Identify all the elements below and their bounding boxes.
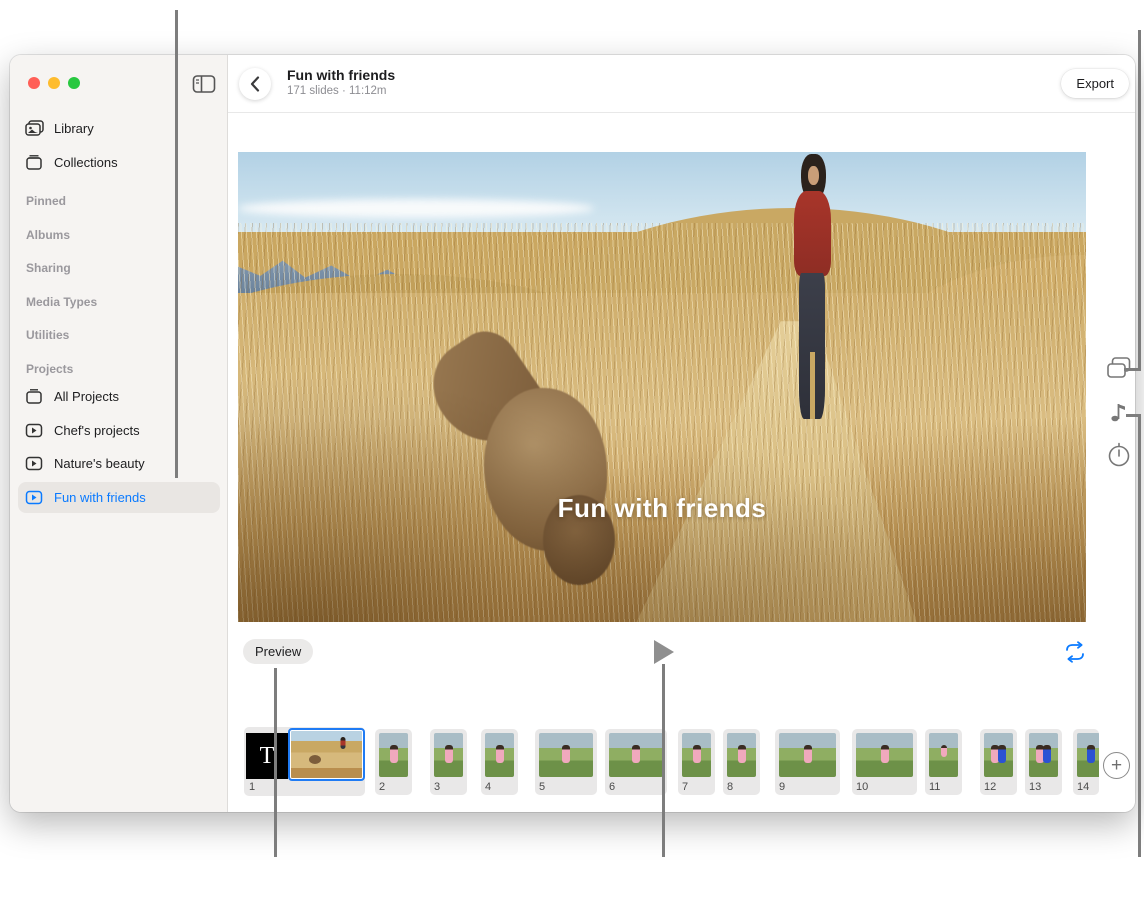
chevron-left-icon bbox=[250, 76, 260, 92]
slideshow-icon bbox=[24, 423, 44, 438]
sidebar-section-sharing: Sharing bbox=[26, 261, 71, 275]
sidebar-section-projects: Projects bbox=[26, 362, 73, 376]
slideshow-icon bbox=[24, 490, 44, 505]
sidebar-section-albums: Albums bbox=[26, 228, 70, 242]
slide-thumbnail-14[interactable]: 14 bbox=[1073, 729, 1099, 795]
sidebar-item-label: All Projects bbox=[54, 389, 119, 404]
slide-thumbnail-9[interactable]: 9 bbox=[775, 729, 840, 795]
photo-vignette bbox=[238, 152, 1086, 622]
music-button[interactable] bbox=[1105, 398, 1133, 426]
slide-title-overlay: Fun with friends bbox=[238, 493, 1086, 524]
page-subtitle: 171 slides · 11:12m bbox=[287, 85, 395, 97]
callout-line-themes-connector bbox=[1124, 368, 1141, 371]
sidebar-item-label: Collections bbox=[54, 155, 118, 170]
photos-icon bbox=[24, 120, 44, 137]
zoom-button[interactable] bbox=[68, 77, 80, 89]
play-button[interactable] bbox=[654, 640, 674, 664]
duration-button[interactable] bbox=[1105, 441, 1133, 469]
sidebar-section-pinned: Pinned bbox=[26, 194, 66, 208]
close-button[interactable] bbox=[28, 77, 40, 89]
slideshow-preview-canvas: Fun with friends bbox=[238, 152, 1086, 622]
loop-button[interactable] bbox=[1063, 641, 1087, 663]
slide-thumbnail-8[interactable]: 8 bbox=[723, 729, 760, 795]
callout-line-themes-vertical bbox=[1138, 30, 1141, 371]
box-icon bbox=[24, 388, 44, 405]
selected-slide-thumbnail[interactable] bbox=[288, 728, 365, 781]
repeat-icon bbox=[1063, 641, 1087, 663]
callout-line-sidebar-project bbox=[175, 10, 178, 478]
slide-thumbnail-5[interactable]: 5 bbox=[535, 729, 597, 795]
header-divider bbox=[228, 112, 1135, 113]
sidebar-item-collections[interactable]: Collections bbox=[24, 149, 216, 175]
slide-thumbnail-13[interactable]: 13 bbox=[1025, 729, 1062, 795]
sidebar-item-fun-with-friends[interactable]: Fun with friends bbox=[24, 484, 216, 510]
callout-line-preview bbox=[274, 668, 277, 857]
slide-thumbnail-12[interactable]: 12 bbox=[980, 729, 1017, 795]
slide-thumbnail-11[interactable]: 11 bbox=[925, 729, 962, 795]
slide-thumbnail-10[interactable]: 10 bbox=[852, 729, 917, 795]
minimize-button[interactable] bbox=[48, 77, 60, 89]
music-note-icon bbox=[1110, 401, 1128, 423]
slide-1-group[interactable]: T 1 bbox=[244, 727, 365, 796]
slideshow-icon bbox=[24, 456, 44, 471]
photos-app-window: Library Collections Pinned Albums Sharin… bbox=[10, 55, 1135, 812]
project-header: Fun with friends 171 slides · 11:12m bbox=[287, 67, 395, 97]
main-content: Fun with friends 171 slides · 11:12m Exp… bbox=[228, 55, 1135, 812]
sidebar-item-label: Fun with friends bbox=[54, 490, 146, 505]
callout-line-music-vertical bbox=[1138, 414, 1141, 857]
preview-button[interactable]: Preview bbox=[243, 639, 313, 664]
add-slide-button[interactable]: + bbox=[1103, 752, 1130, 779]
traffic-lights bbox=[28, 77, 80, 89]
slide-thumbnail-3[interactable]: 3 bbox=[430, 729, 467, 795]
slide-thumbnail-7[interactable]: 7 bbox=[678, 729, 715, 795]
sidebar-item-label: Library bbox=[54, 121, 94, 136]
slide-number: 1 bbox=[249, 781, 255, 793]
sidebar-section-media-types: Media Types bbox=[26, 295, 97, 309]
timer-icon bbox=[1106, 442, 1132, 468]
slide-thumbnail-6[interactable]: 6 bbox=[605, 729, 667, 795]
sidebar-item-label: Nature's beauty bbox=[54, 456, 145, 471]
sidebar-item-library[interactable]: Library bbox=[24, 115, 216, 141]
back-button[interactable] bbox=[239, 68, 271, 100]
sidebar-item-label: Chef's projects bbox=[54, 423, 140, 438]
sidebar: Library Collections Pinned Albums Sharin… bbox=[10, 55, 228, 812]
sidebar-toggle-icon[interactable] bbox=[192, 74, 216, 94]
filmstrip: T 1 2 3 4 5 bbox=[228, 726, 1135, 798]
slide-thumbnail-2[interactable]: 2 bbox=[375, 729, 412, 795]
sidebar-item-natures-beauty[interactable]: Nature's beauty bbox=[24, 450, 216, 476]
sidebar-item-chefs-projects[interactable]: Chef's projects bbox=[24, 417, 216, 443]
sidebar-item-all-projects[interactable]: All Projects bbox=[24, 383, 216, 409]
collections-icon bbox=[24, 153, 44, 171]
export-button[interactable]: Export bbox=[1061, 69, 1129, 98]
callout-line-play bbox=[662, 664, 665, 857]
page-title: Fun with friends bbox=[287, 67, 395, 83]
sidebar-section-utilities: Utilities bbox=[26, 328, 69, 342]
title-slide-thumbnail[interactable]: T bbox=[246, 733, 288, 779]
slide-thumbnail-4[interactable]: 4 bbox=[481, 729, 518, 795]
